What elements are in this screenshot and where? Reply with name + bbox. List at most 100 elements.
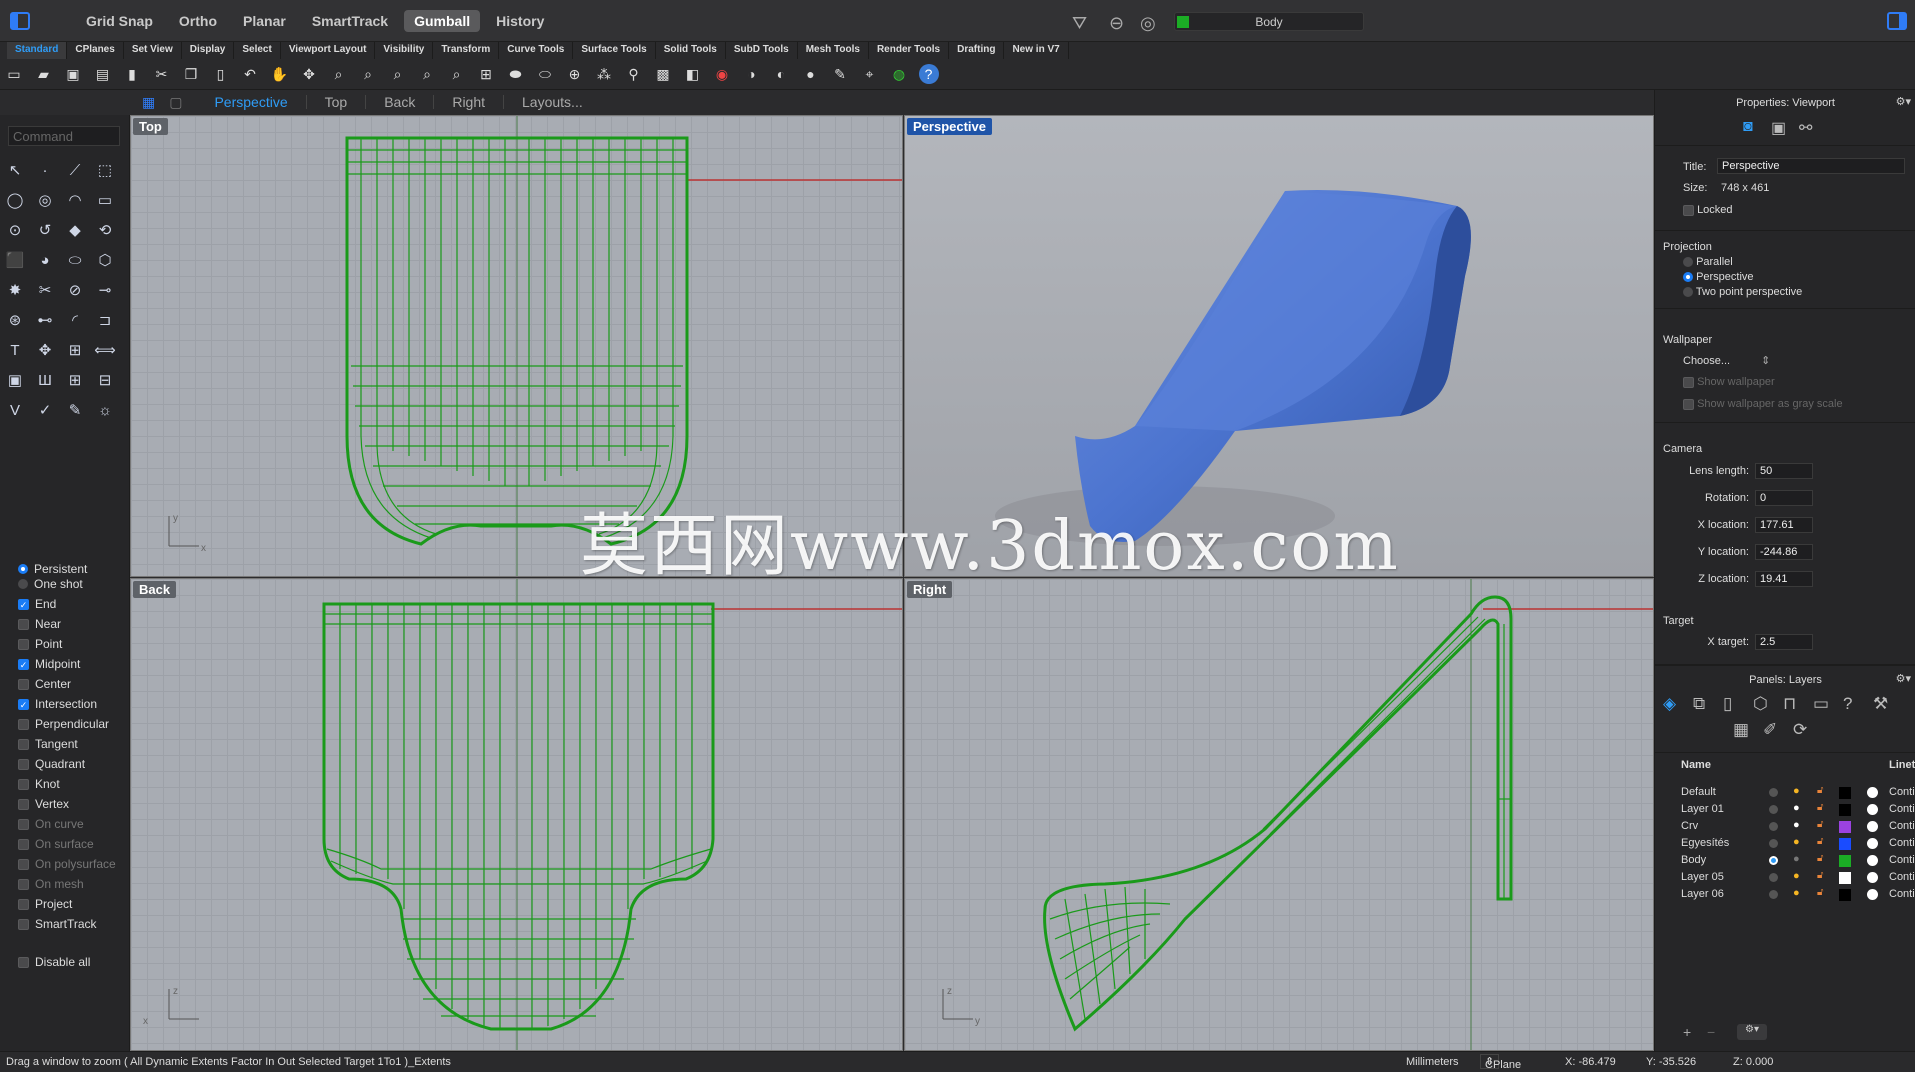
show-wallpaper-checkbox[interactable]: Show wallpaper — [1683, 376, 1775, 388]
rotate-view-icon[interactable]: ✥ — [299, 64, 319, 84]
lightbulb-icon[interactable]: ● — [1793, 887, 1800, 899]
help-circle-icon[interactable]: ? — [1843, 694, 1852, 714]
material-dot-icon[interactable] — [1867, 872, 1878, 883]
render-sphere-icon[interactable]: ◑ — [742, 64, 762, 84]
select-arrow-icon[interactable]: ↖ — [3, 158, 27, 182]
grid-layout-icon[interactable]: ▦ — [142, 94, 155, 111]
thumbnail-icon[interactable]: ▦ — [1733, 720, 1749, 740]
layer-linetype[interactable]: Conti — [1889, 786, 1915, 798]
move-icon[interactable]: ✥ — [33, 338, 57, 362]
tab-subd-tools[interactable]: SubD Tools — [726, 42, 798, 59]
layers-gear-icon[interactable]: ⚙▾ — [1896, 672, 1911, 685]
history-icon[interactable]: ⊟ — [93, 368, 117, 392]
layer-options-button[interactable]: ⚙▾ — [1737, 1024, 1767, 1040]
tab-new-in-v7[interactable]: New in V7 — [1004, 42, 1069, 59]
array-icon[interactable]: Ш — [33, 368, 57, 392]
current-layer-radio[interactable] — [1769, 856, 1778, 865]
fillet-icon[interactable]: ◜ — [63, 308, 87, 332]
current-layer-radio[interactable] — [1769, 788, 1778, 797]
layer-color-swatch[interactable] — [1839, 889, 1851, 901]
circle-icon[interactable]: ◯ — [3, 188, 27, 212]
boolean-icon[interactable]: ◕ — [33, 248, 57, 272]
single-layout-icon[interactable]: ▢ — [169, 94, 182, 111]
tab-perspective[interactable]: Perspective — [196, 95, 307, 109]
refresh-icon[interactable]: ⟳ — [1793, 720, 1807, 740]
paste-icon[interactable]: ▮ — [122, 64, 142, 84]
osnap-vertex[interactable]: Vertex — [18, 796, 69, 812]
layer-color-swatch[interactable] — [1839, 855, 1851, 867]
tab-standard[interactable]: Standard — [7, 42, 68, 59]
lock-icon[interactable]: 🔓︎ — [1817, 836, 1823, 847]
lock-icon[interactable]: 🔓︎ — [1817, 785, 1823, 796]
tab-cplanes[interactable]: CPlanes — [67, 42, 124, 59]
osnap-intersection[interactable]: ✓ Intersection — [18, 696, 97, 712]
osnap-persistent[interactable]: Persistent — [18, 561, 87, 577]
layer-row[interactable]: Layer 05 ● 🔓︎ Conti — [1655, 869, 1915, 886]
cut-icon[interactable]: ✂ — [152, 64, 172, 84]
extrude-icon[interactable]: ⬡ — [93, 248, 117, 272]
proj-two-point[interactable]: Two point perspective — [1683, 286, 1802, 298]
copy-icon[interactable]: ❐ — [181, 64, 201, 84]
ellipse-icon[interactable]: ◎ — [33, 188, 57, 212]
layer-linetype[interactable]: Conti — [1889, 820, 1915, 832]
check-icon[interactable]: ✓ — [33, 398, 57, 422]
save-icon[interactable]: ▣ — [63, 64, 83, 84]
tab-right[interactable]: Right — [434, 95, 505, 109]
material-dot-icon[interactable] — [1867, 889, 1878, 900]
tab-solid-tools[interactable]: Solid Tools — [656, 42, 726, 59]
layer-color-swatch[interactable] — [1839, 787, 1851, 799]
hat-icon[interactable]: ⊓ — [1783, 694, 1796, 714]
layer-color-swatch[interactable] — [1839, 804, 1851, 816]
circle-tool-icon[interactable]: ⊙ — [3, 218, 27, 242]
lightbulb-icon[interactable]: ● — [1793, 785, 1800, 797]
material-icon[interactable]: ◧ — [683, 64, 703, 84]
current-layer-radio[interactable] — [1769, 805, 1778, 814]
current-layer-radio[interactable] — [1769, 839, 1778, 848]
pen-icon[interactable]: ✎ — [830, 64, 850, 84]
osnap-knot[interactable]: Knot — [18, 776, 60, 792]
pipe-icon[interactable]: ⬭ — [63, 248, 87, 272]
layer-row[interactable]: Layer 01 ● 🔓︎ Conti — [1655, 801, 1915, 818]
light-icon[interactable]: ⚲ — [624, 64, 644, 84]
point-icon[interactable]: · — [33, 158, 57, 182]
rectangle-icon[interactable]: ▭ — [93, 188, 117, 212]
camera-icon[interactable]: ◙ — [1743, 118, 1753, 136]
viewport-back[interactable]: Back z x — [130, 578, 903, 1051]
zoom-selected-icon[interactable]: ⌕ — [417, 64, 437, 84]
current-layer-radio[interactable] — [1769, 890, 1778, 899]
gumball-icon[interactable]: ⊖ — [1109, 13, 1124, 34]
lightbulb-icon[interactable]: ● — [1793, 819, 1800, 831]
block-icon[interactable]: ▣ — [3, 368, 27, 392]
target-icon[interactable]: ◎ — [1140, 13, 1156, 34]
material-dot-icon[interactable] — [1867, 838, 1878, 849]
layer-row[interactable]: Default ● 🔓︎ Conti — [1655, 784, 1915, 801]
viewport-label-top[interactable]: Top — [133, 118, 168, 135]
osnap-disable-all[interactable]: Disable all — [18, 954, 90, 970]
layer-linetype[interactable]: Conti — [1889, 871, 1915, 883]
zoom-extents-icon[interactable]: ⌕ — [388, 64, 408, 84]
zoom-window-icon[interactable]: ⌕ — [358, 64, 378, 84]
show-gray-checkbox[interactable]: Show wallpaper as gray scale — [1683, 398, 1843, 410]
surface-icon[interactable]: ◆ — [63, 218, 87, 242]
layer-row[interactable]: Egyesítés ● 🔓︎ Conti — [1655, 835, 1915, 852]
lock-icon[interactable]: 🔓︎ — [1817, 870, 1823, 881]
material-dot-icon[interactable] — [1867, 804, 1878, 815]
extract-icon[interactable]: V — [3, 398, 27, 422]
osnap-center[interactable]: Center — [18, 676, 71, 692]
tab-set-view[interactable]: Set View — [124, 42, 182, 59]
layers-col-name[interactable]: Name — [1681, 759, 1711, 771]
lock-icon[interactable]: 🔓︎ — [1817, 853, 1823, 864]
osnap-end[interactable]: ✓ End — [18, 596, 56, 612]
current-layer-selector[interactable]: Body — [1174, 12, 1364, 31]
lightbulb-icon[interactable]: ● — [1793, 802, 1800, 814]
mode-ortho[interactable]: Ortho — [169, 10, 227, 32]
tab-drafting[interactable]: Drafting — [949, 42, 1005, 59]
viewport-label-back[interactable]: Back — [133, 581, 177, 598]
osnap-on-polysurface[interactable]: On polysurface — [18, 856, 116, 872]
status-cplane[interactable]: CPlane ⇕ — [1480, 1054, 1521, 1071]
material-dot-icon[interactable] — [1867, 787, 1878, 798]
tab-curve-tools[interactable]: Curve Tools — [499, 42, 574, 59]
lock-icon[interactable]: 🔓︎ — [1817, 819, 1823, 830]
stack-icon[interactable]: ⧉ — [1693, 694, 1705, 714]
car-icon[interactable]: ⬬ — [506, 64, 526, 84]
